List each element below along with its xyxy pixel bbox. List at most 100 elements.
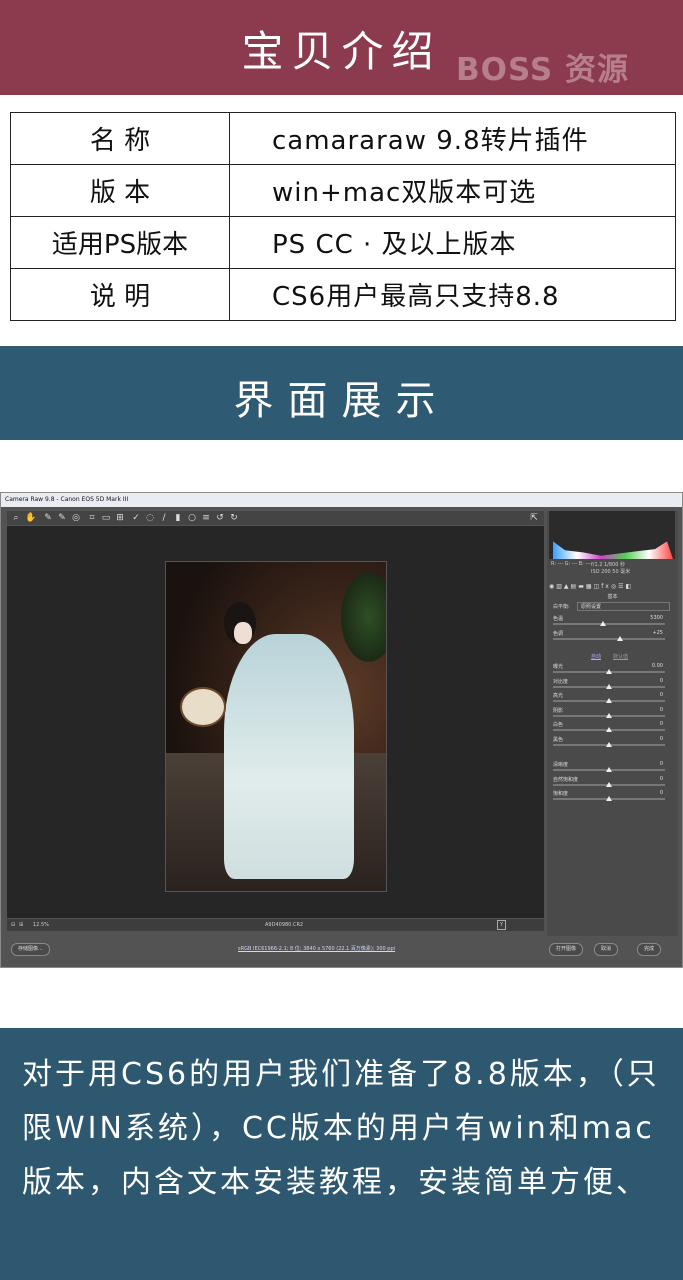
crop-tool-icon[interactable]: ⌗ (87, 513, 97, 523)
slider-thumb[interactable] (600, 621, 607, 626)
table-row: 名 称 camararaw 9.8转片插件 (10, 112, 676, 165)
spec-value: win+mac双版本可选 (229, 164, 676, 217)
slider-row: 清晰度 0 (553, 761, 671, 775)
spec-value: camararaw 9.8转片插件 (229, 112, 676, 165)
cancel-button[interactable]: 取消 (594, 943, 619, 956)
zoom-level[interactable]: 12.5% (33, 919, 49, 931)
slider-value[interactable]: 0 (660, 761, 663, 767)
fan-shape (180, 687, 226, 727)
slider-label: 自然饱和度 (553, 776, 579, 783)
slider-row: 曝光 0.00 (553, 663, 671, 677)
slider-track[interactable] (553, 623, 665, 625)
slider-thumb[interactable] (606, 796, 612, 801)
spot-removal-icon[interactable]: ✓ (131, 513, 141, 523)
slider-row: 白色 0 (553, 721, 671, 735)
zoom-out-icon[interactable]: ⊟ (11, 919, 15, 931)
window-titlebar: Camera Raw 9.8 - Canon EOS 5D Mark III (1, 493, 682, 507)
zoom-in-icon[interactable]: ⊞ (19, 919, 23, 931)
slider-row: 饱和度 0 (553, 790, 671, 804)
spec-value: CS6用户最高只支持8.8 (229, 268, 676, 321)
spec-key: 名 称 (10, 112, 230, 165)
status-bar: ⊟ ⊞ 12.5% A9D40980.CR2 Y (7, 919, 544, 931)
histogram-curve (553, 541, 673, 559)
white-balance-select[interactable]: 原照设置 (577, 602, 670, 611)
camera-raw-window: Camera Raw 9.8 - Canon EOS 5D Mark III ⌕… (0, 492, 683, 968)
fullscreen-icon[interactable]: ⇱ (529, 513, 539, 523)
face-shape (234, 622, 252, 644)
slider-label: 清晰度 (553, 762, 569, 768)
slider-thumb[interactable] (606, 669, 612, 674)
slider-row: 阴影 0 (553, 707, 671, 721)
targeted-adjust-icon[interactable]: ◎ (71, 513, 81, 523)
slider-value[interactable]: 0 (660, 707, 663, 713)
top-banner: 宝贝介绍 BOSS 资源 (0, 0, 683, 95)
tool-bar: ⌕ ✋ ✎ ✎ ◎ ⌗ ▭ ⊞ ✓ ◌ / ▮ ○ ≡ ↺ ↻ ⇱ (7, 511, 544, 525)
plant-shape (341, 572, 386, 662)
file-name: A9D40980.CR2 (265, 922, 304, 928)
slider-value[interactable]: 0 (660, 790, 663, 796)
red-eye-icon[interactable]: ◌ (145, 513, 155, 523)
radial-filter-icon[interactable]: ○ (187, 513, 197, 523)
spec-key: 适用PS版本 (10, 216, 230, 269)
camera-info: R: --- G: --- B: --- f/1.2 1/800 秒 ISO 2… (551, 561, 673, 575)
spec-key: 说 明 (10, 268, 230, 321)
slider-label: 白色 (553, 722, 564, 728)
slider-label: 黑色 (553, 736, 564, 743)
rotate-left-icon[interactable]: ↺ (215, 513, 225, 523)
slider-thumb[interactable] (606, 727, 612, 732)
section-title: 界面展示 (233, 378, 450, 424)
done-button[interactable]: 完成 (637, 943, 662, 956)
slider-thumb[interactable] (606, 767, 612, 772)
slider-thumb[interactable] (606, 712, 612, 718)
section-banner: 界面展示 (0, 346, 683, 440)
watermark-logo: BOSS 资源 (456, 52, 630, 88)
adjustment-brush-icon[interactable]: / (159, 513, 169, 523)
slider-label: 饱和度 (553, 791, 569, 797)
slider-label: 阴影 (553, 707, 564, 714)
adjustments-panel: R: --- G: --- B: --- f/1.2 1/800 秒 ISO 2… (547, 511, 678, 936)
white-balance-tool-icon[interactable]: ✎ (43, 513, 53, 523)
slider-value[interactable]: 0.00 (652, 663, 663, 669)
color-sampler-icon[interactable]: ✎ (57, 513, 67, 523)
slider-thumb[interactable] (606, 683, 612, 689)
workflow-options-link[interactable]: sRGB IEC61966-2.1; 8 位; 3840 x 5760 (22.… (238, 945, 395, 952)
zoom-tool-icon[interactable]: ⌕ (11, 513, 21, 523)
before-after-toggle[interactable]: Y (497, 920, 507, 930)
spec-key: 版 本 (10, 164, 230, 217)
preferences-icon[interactable]: ≡ (201, 513, 211, 523)
slider-thumb[interactable] (606, 741, 612, 747)
image-preview[interactable] (7, 526, 544, 918)
slider-value[interactable]: 0 (660, 692, 663, 698)
iso-info: ISO 200 50 毫米 (591, 569, 631, 575)
slider-row: 对比度 0 (553, 678, 671, 692)
slider-thumb[interactable] (606, 781, 612, 787)
white-balance-label: 白平衡: (553, 604, 570, 610)
slider-track[interactable] (553, 637, 665, 640)
default-link[interactable]: 默认值 (613, 653, 628, 660)
hand-tool-icon[interactable]: ✋ (25, 513, 36, 523)
transform-tool-icon[interactable]: ⊞ (115, 513, 125, 523)
save-image-button[interactable]: 存储图像... (11, 943, 50, 956)
slider-row: 色调 +25 (553, 630, 671, 644)
slider-value[interactable]: 0 (660, 776, 663, 782)
slider-thumb[interactable] (606, 698, 612, 703)
auto-link[interactable]: 自动 (591, 653, 601, 660)
slider-value[interactable]: 0 (660, 736, 663, 742)
slider-value[interactable]: 0 (660, 678, 663, 684)
footer-banner: 对于用CS6的用户我们准备了8.8版本，（只限WIN系统），CC版本的用户有wi… (0, 1028, 683, 1280)
table-row: 版 本 win+mac双版本可选 (10, 164, 676, 217)
slider-value[interactable]: 0 (660, 721, 663, 727)
exposure-info: f/1.2 1/800 秒 (591, 562, 625, 568)
graduated-filter-icon[interactable]: ▮ (173, 513, 183, 523)
rotate-right-icon[interactable]: ↻ (229, 513, 239, 523)
slider-row: 自然饱和度 0 (553, 776, 671, 790)
panel-tabs[interactable]: ◉▥▲▤▬▦◫fx◎☰◧ (549, 583, 675, 592)
straighten-tool-icon[interactable]: ▭ (101, 513, 111, 523)
slider-row: 黑色 0 (553, 736, 671, 750)
slider-value[interactable]: 5300 (650, 615, 663, 621)
slider-thumb[interactable] (617, 635, 624, 641)
open-image-button[interactable]: 打开图像 (549, 943, 584, 956)
dress-shape (224, 634, 354, 879)
spec-value: PS CC · 及以上版本 (229, 216, 676, 269)
slider-value[interactable]: +25 (652, 630, 663, 636)
